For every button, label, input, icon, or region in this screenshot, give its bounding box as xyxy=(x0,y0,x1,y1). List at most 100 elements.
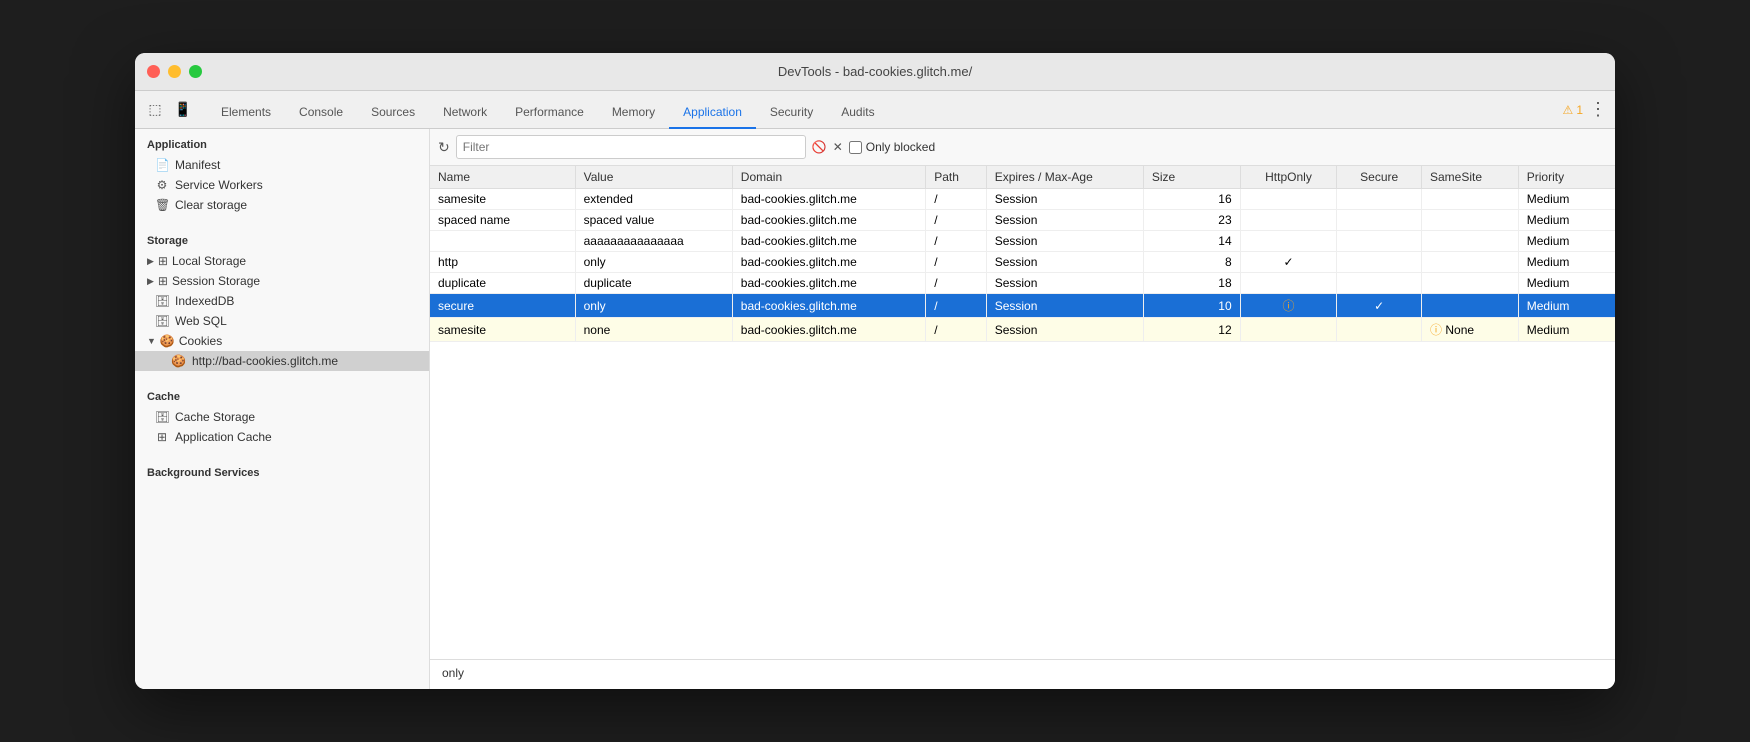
tab-sources[interactable]: Sources xyxy=(357,97,429,129)
close-button[interactable] xyxy=(147,65,160,78)
tab-memory[interactable]: Memory xyxy=(598,97,669,129)
document-icon: 📄 xyxy=(155,158,169,172)
devtools-window: DevTools - bad-cookies.glitch.me/ ⬚ 📱 El… xyxy=(135,53,1615,689)
col-header-secure: Secure xyxy=(1337,166,1422,189)
warning-count: 1 xyxy=(1576,103,1583,117)
sidebar-item-indexeddb[interactable]: 🗄 IndexedDB xyxy=(135,291,429,311)
sidebar-group-cookies[interactable]: ▼ 🍪 Cookies xyxy=(135,331,429,351)
table-cell xyxy=(1422,231,1519,252)
table-cell xyxy=(1240,318,1337,342)
sidebar-item-clear-storage[interactable]: 🗑 Clear storage xyxy=(135,195,429,215)
table-cell xyxy=(1422,189,1519,210)
sidebar-item-cookies-url[interactable]: 🍪 http://bad-cookies.glitch.me xyxy=(135,351,429,371)
tab-performance[interactable]: Performance xyxy=(501,97,598,129)
table-cell: Session xyxy=(986,210,1143,231)
table-cell: 23 xyxy=(1143,210,1240,231)
only-blocked-label: Only blocked xyxy=(866,140,935,154)
sidebar-item-cache-storage[interactable]: 🗄 Cache Storage xyxy=(135,407,429,427)
toolbar-icons: ⬚ 📱 xyxy=(143,98,195,122)
col-header-name: Name xyxy=(430,166,575,189)
detail-value: only xyxy=(442,666,464,680)
table-cell: duplicate xyxy=(430,273,575,294)
table-cell: ✓ xyxy=(1337,294,1422,318)
table-cell: ⓘ None xyxy=(1422,318,1519,342)
table-cell: bad-cookies.glitch.me xyxy=(732,294,925,318)
sidebar-label-session-storage: Session Storage xyxy=(172,274,260,288)
tab-audits[interactable]: Audits xyxy=(827,97,888,129)
table-cell: secure xyxy=(430,294,575,318)
table-row[interactable]: httponlybad-cookies.glitch.me/Session8✓M… xyxy=(430,252,1615,273)
sidebar-item-service-workers[interactable]: ⚙ Service Workers xyxy=(135,175,429,195)
table-cell: bad-cookies.glitch.me xyxy=(732,189,925,210)
local-storage-icon: ⊞ xyxy=(158,254,168,268)
sidebar-section-cache: Cache xyxy=(135,381,429,407)
table-cell: Session xyxy=(986,189,1143,210)
tab-application[interactable]: Application xyxy=(669,97,756,129)
table-row[interactable]: samesiteextendedbad-cookies.glitch.me/Se… xyxy=(430,189,1615,210)
table-cell: extended xyxy=(575,189,732,210)
col-header-size: Size xyxy=(1143,166,1240,189)
table-cell xyxy=(1240,210,1337,231)
col-header-value: Value xyxy=(575,166,732,189)
application-cache-icon: ⊞ xyxy=(155,430,169,444)
table-cell: samesite xyxy=(430,318,575,342)
sidebar-label-application-cache: Application Cache xyxy=(175,430,272,444)
table-cell: / xyxy=(926,210,986,231)
table-cell xyxy=(1422,210,1519,231)
trash-icon: 🗑 xyxy=(155,198,169,212)
table-cell: ⓘ xyxy=(1240,294,1337,318)
col-header-path: Path xyxy=(926,166,986,189)
table-row[interactable]: duplicateduplicatebad-cookies.glitch.me/… xyxy=(430,273,1615,294)
more-options-button[interactable]: ⋮ xyxy=(1589,99,1607,120)
table-row[interactable]: samesitenonebad-cookies.glitch.me/Sessio… xyxy=(430,318,1615,342)
inspect-element-button[interactable]: ⬚ xyxy=(143,98,167,122)
sidebar-group-local-storage[interactable]: ▶ ⊞ Local Storage xyxy=(135,251,429,271)
sidebar-section-application: Application xyxy=(135,129,429,155)
device-toolbar-button[interactable]: 📱 xyxy=(171,98,195,122)
filter-input[interactable] xyxy=(456,135,806,159)
sidebar-divider-1 xyxy=(135,215,429,225)
table-cell xyxy=(1337,252,1422,273)
clear-filter-button[interactable]: ✕ xyxy=(833,140,843,154)
main-area: Application 📄 Manifest ⚙ Service Workers… xyxy=(135,129,1615,689)
table-row[interactable]: aaaaaaaaaaaaaaabad-cookies.glitch.me/Ses… xyxy=(430,231,1615,252)
sidebar-label-web-sql: Web SQL xyxy=(175,314,227,328)
sidebar-label-cookies: Cookies xyxy=(179,334,222,348)
titlebar: DevTools - bad-cookies.glitch.me/ xyxy=(135,53,1615,91)
col-header-samesite: SameSite xyxy=(1422,166,1519,189)
devtools-toolbar: ⬚ 📱 Elements Console Sources Network Per… xyxy=(135,91,1615,129)
minimize-button[interactable] xyxy=(168,65,181,78)
table-cell xyxy=(1240,189,1337,210)
table-row[interactable]: spaced namespaced valuebad-cookies.glitc… xyxy=(430,210,1615,231)
table-cell: Medium xyxy=(1518,294,1615,318)
table-row[interactable]: secureonlybad-cookies.glitch.me/Session1… xyxy=(430,294,1615,318)
table-cell: bad-cookies.glitch.me xyxy=(732,210,925,231)
refresh-button[interactable]: ↻ xyxy=(438,139,450,156)
table-cell: Session xyxy=(986,318,1143,342)
sidebar-item-web-sql[interactable]: 🗄 Web SQL xyxy=(135,311,429,331)
sidebar-label-local-storage: Local Storage xyxy=(172,254,246,268)
block-icon-button[interactable]: 🚫 xyxy=(812,140,827,154)
tab-elements[interactable]: Elements xyxy=(207,97,285,129)
sidebar-item-manifest[interactable]: 📄 Manifest xyxy=(135,155,429,175)
content-area: ↻ 🚫 ✕ Only blocked Name Value xyxy=(430,129,1615,689)
sidebar-group-session-storage[interactable]: ▶ ⊞ Session Storage xyxy=(135,271,429,291)
tab-security[interactable]: Security xyxy=(756,97,827,129)
sidebar-section-background-services: Background Services xyxy=(135,457,429,483)
tab-console[interactable]: Console xyxy=(285,97,357,129)
table-cell: bad-cookies.glitch.me xyxy=(732,231,925,252)
warning-icon: ⚠ xyxy=(1563,103,1574,117)
maximize-button[interactable] xyxy=(189,65,202,78)
table-cell xyxy=(1240,273,1337,294)
web-sql-icon: 🗄 xyxy=(155,314,169,328)
table-cell xyxy=(1240,231,1337,252)
table-cell: Medium xyxy=(1518,231,1615,252)
warning-badge[interactable]: ⚠ 1 xyxy=(1563,103,1583,117)
toolbar-right: ⚠ 1 ⋮ xyxy=(1563,99,1607,120)
table-cell: Session xyxy=(986,294,1143,318)
only-blocked-checkbox[interactable] xyxy=(849,141,862,154)
col-header-httponly: HttpOnly xyxy=(1240,166,1337,189)
tab-network[interactable]: Network xyxy=(429,97,501,129)
table-cell: 10 xyxy=(1143,294,1240,318)
sidebar-item-application-cache[interactable]: ⊞ Application Cache xyxy=(135,427,429,447)
